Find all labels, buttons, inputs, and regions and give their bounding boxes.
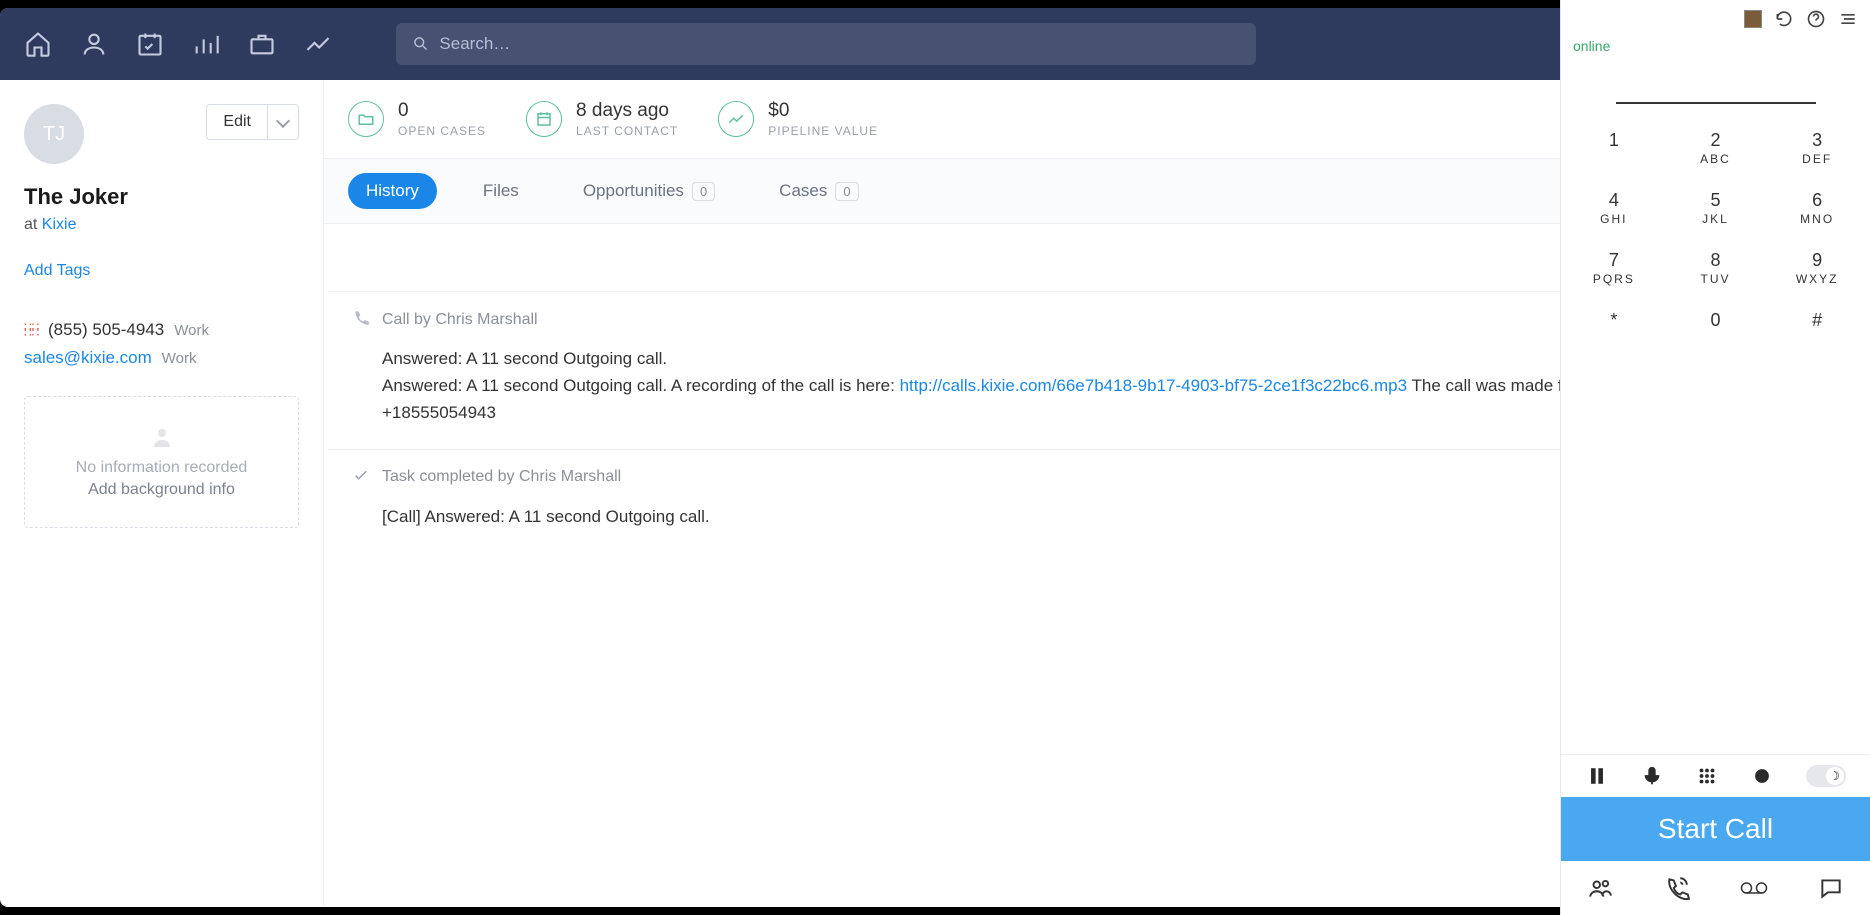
- edit-label: Edit: [207, 113, 267, 131]
- search-icon: [412, 35, 429, 53]
- phone-icon: [352, 308, 370, 331]
- phone-number[interactable]: (855) 505-4943: [48, 320, 164, 340]
- tab-history[interactable]: History: [348, 173, 437, 209]
- search-box[interactable]: [396, 23, 1256, 65]
- feed-task-body: [Call] Answered: A 11 second Outgoing ca…: [382, 503, 1749, 530]
- record-icon[interactable]: [1751, 765, 1773, 787]
- voicemail-icon[interactable]: [1739, 875, 1769, 901]
- bg-line1: No information recorded: [41, 459, 282, 477]
- dnd-toggle[interactable]: ☽: [1806, 765, 1846, 787]
- dialer-input[interactable]: [1616, 76, 1816, 104]
- calendar-check-icon[interactable]: [136, 30, 164, 58]
- email-label: Work: [162, 350, 197, 367]
- feed-item-task: Task completed by Chris Marshall 9 Mar […: [328, 449, 1773, 552]
- start-call-button[interactable]: Start Call: [1561, 797, 1870, 861]
- feed-item-call: Call by Chris Marshall 9 Mar Answered: A…: [328, 291, 1773, 449]
- add-tags-link[interactable]: Add Tags: [24, 262, 299, 280]
- key-8[interactable]: 8TUV: [1669, 242, 1763, 294]
- pause-icon[interactable]: [1586, 765, 1608, 787]
- moon-icon: ☽: [1826, 767, 1844, 785]
- trend-icon[interactable]: [304, 30, 332, 58]
- recording-link[interactable]: http://calls.kixie.com/66e7b418-9b17-490…: [900, 376, 1408, 395]
- person-silhouette-icon: [150, 425, 174, 449]
- chat-icon[interactable]: [1816, 875, 1846, 901]
- key-5[interactable]: 5JKL: [1669, 182, 1763, 234]
- key-3[interactable]: 3DEF: [1770, 122, 1864, 174]
- key-6[interactable]: 6MNO: [1770, 182, 1864, 234]
- company-line: at Kixie: [24, 216, 299, 234]
- avatar: TJ: [24, 104, 84, 164]
- refresh-icon[interactable]: [1774, 9, 1794, 29]
- search-input[interactable]: [439, 34, 1240, 54]
- briefcase-icon[interactable]: [248, 30, 276, 58]
- bg-add-link[interactable]: Add background info: [41, 481, 282, 499]
- stat-pipeline: $0PIPELINE VALUE: [718, 100, 878, 138]
- stat-last-contact: 8 days agoLAST CONTACT: [526, 100, 678, 138]
- tab-files[interactable]: Files: [465, 173, 537, 209]
- calendar-icon: [526, 101, 562, 137]
- key-9[interactable]: 9WXYZ: [1770, 242, 1864, 294]
- check-icon: [352, 466, 370, 489]
- key-pound[interactable]: #: [1770, 302, 1864, 340]
- left-panel: TJ Edit The Joker at Kixie Add Tags ∷∷∷∷…: [0, 80, 324, 907]
- contacts-icon[interactable]: [1585, 875, 1615, 901]
- feed-task-title: Task completed by Chris Marshall: [382, 468, 621, 486]
- chevron-down-icon[interactable]: [267, 105, 298, 139]
- dialer-status: online: [1561, 38, 1870, 60]
- email-link[interactable]: sales@kixie.com: [24, 348, 152, 368]
- key-4[interactable]: 4GHI: [1567, 182, 1661, 234]
- key-7[interactable]: 7PQRS: [1567, 242, 1661, 294]
- key-star[interactable]: *: [1567, 302, 1661, 340]
- dialpad-icon[interactable]: ∷∷∷∷: [24, 324, 38, 336]
- mic-icon[interactable]: [1641, 765, 1663, 787]
- help-icon[interactable]: [1806, 9, 1826, 29]
- key-1[interactable]: 1: [1567, 122, 1661, 174]
- call-history-icon[interactable]: [1662, 875, 1692, 901]
- dialer-keypad: 1 2ABC 3DEF 4GHI 5JKL 6MNO 7PQRS 8TUV 9W…: [1561, 112, 1870, 350]
- trend-icon: [718, 101, 754, 137]
- contact-name: The Joker: [24, 184, 299, 210]
- key-0[interactable]: 0: [1669, 302, 1763, 340]
- tab-cases[interactable]: Cases0: [761, 173, 876, 209]
- feed-call-title: Call by Chris Marshall: [382, 311, 538, 329]
- key-2[interactable]: 2ABC: [1669, 122, 1763, 174]
- phone-label: Work: [174, 322, 209, 339]
- dialer-panel: online 1 2ABC 3DEF 4GHI 5JKL 6MNO 7PQRS …: [1560, 0, 1870, 915]
- menu-icon[interactable]: [1838, 9, 1858, 29]
- feed-call-l2: Answered: A 11 second Outgoing call. A r…: [382, 372, 1749, 426]
- stat-open-cases: 0OPEN CASES: [348, 100, 486, 138]
- feed-call-l1: Answered: A 11 second Outgoing call.: [382, 345, 1749, 372]
- edit-button[interactable]: Edit: [206, 104, 299, 140]
- dialpad-icon[interactable]: [1696, 765, 1718, 787]
- avatar-thumbnail[interactable]: [1744, 10, 1762, 28]
- tab-opportunities[interactable]: Opportunities0: [565, 173, 733, 209]
- person-icon[interactable]: [80, 30, 108, 58]
- company-link[interactable]: Kixie: [42, 216, 77, 233]
- bars-icon[interactable]: [192, 30, 220, 58]
- background-card: No information recorded Add background i…: [24, 396, 299, 528]
- home-icon[interactable]: [24, 30, 52, 58]
- folder-icon: [348, 101, 384, 137]
